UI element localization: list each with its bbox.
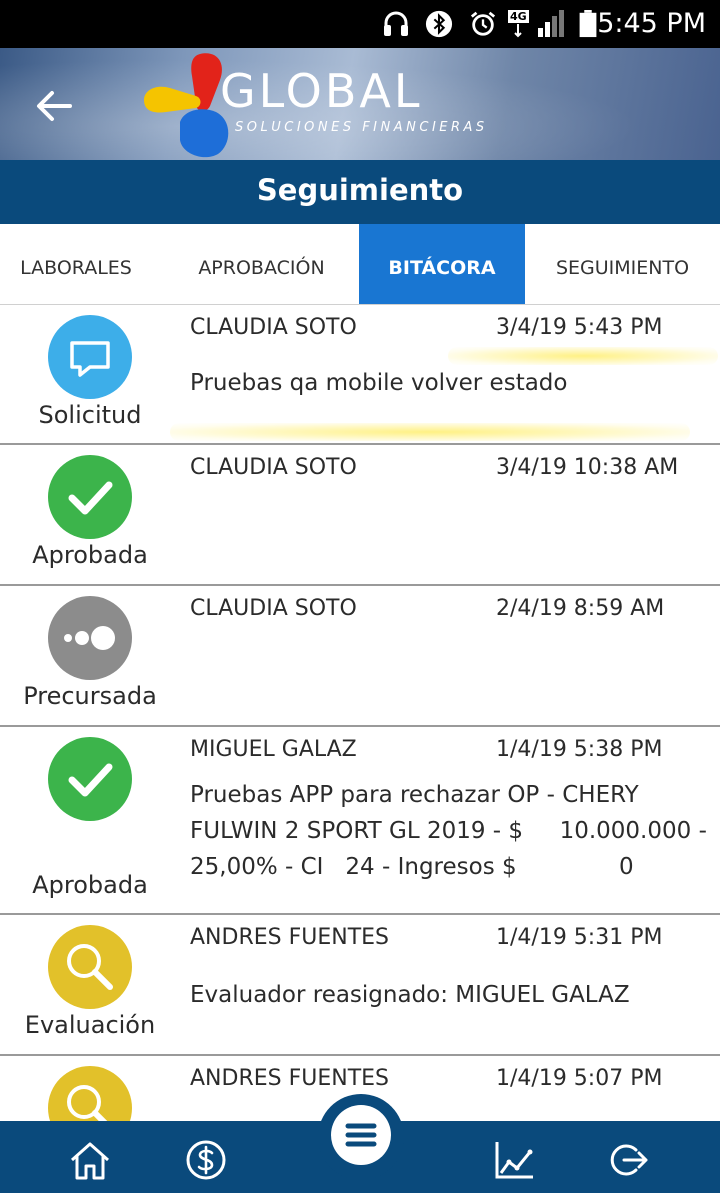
entry-comment: Pruebas qa mobile volver estado bbox=[190, 370, 568, 396]
entry-date: 2/4/19 8:59 AM bbox=[496, 596, 665, 621]
signal-icon bbox=[514, 10, 564, 38]
status-circle bbox=[48, 1066, 132, 1121]
check-icon bbox=[68, 481, 113, 515]
tab-seguimiento[interactable]: SEGUIMIENTO bbox=[525, 224, 720, 304]
more-dots-icon bbox=[64, 626, 115, 650]
status-bar: 4G 5:45 PM bbox=[0, 0, 720, 48]
status-circle bbox=[48, 315, 132, 399]
chat-bubble-icon bbox=[70, 341, 110, 377]
author-name: CLAUDIA SOTO bbox=[190, 596, 357, 621]
clock: 5:45 PM bbox=[597, 8, 706, 39]
status-label: Aprobada bbox=[32, 541, 148, 569]
battery-icon bbox=[579, 10, 597, 38]
highlight-mark bbox=[170, 423, 690, 441]
status-label: Evaluación bbox=[24, 1011, 156, 1039]
logo-subtitle: SOLUCIONES FINANCIERAS bbox=[235, 120, 488, 135]
menu-icon bbox=[345, 1123, 377, 1147]
check-icon bbox=[68, 763, 113, 797]
author-name: CLAUDIA SOTO bbox=[190, 315, 357, 340]
tab-bitacora[interactable]: BITÁCORA bbox=[359, 224, 525, 304]
author-name: CLAUDIA SOTO bbox=[190, 455, 357, 480]
entry-date: 1/4/19 5:31 PM bbox=[496, 925, 663, 950]
status-circle bbox=[48, 737, 132, 821]
list-item[interactable]: Evaluación ANDRES FUENTES 1/4/19 5:31 PM… bbox=[0, 915, 720, 1056]
log-list: Solicitud CLAUDIA SOTO 3/4/19 5:43 PM Pr… bbox=[0, 305, 720, 1121]
entry-date: 3/4/19 5:43 PM bbox=[496, 315, 663, 340]
status-label: Solicitud bbox=[38, 401, 142, 429]
entry-comment: Pruebas APP para rechazar OP - CHERY FUL… bbox=[190, 782, 715, 880]
tab-bar: LABORALES APROBACIÓN BITÁCORA SEGUIMIENT… bbox=[0, 224, 720, 305]
logout-icon[interactable] bbox=[606, 1138, 650, 1182]
bluetooth-icon bbox=[425, 10, 453, 38]
page-title: Seguimiento bbox=[0, 160, 720, 224]
dollar-icon[interactable] bbox=[184, 1138, 228, 1182]
list-item[interactable]: Precursada CLAUDIA SOTO 2/4/19 8:59 AM bbox=[0, 586, 720, 727]
list-item[interactable]: Aprobada MIGUEL GALAZ 1/4/19 5:38 PM Pru… bbox=[0, 727, 720, 915]
logo-text: GLOBAL bbox=[220, 64, 423, 118]
home-icon[interactable] bbox=[68, 1138, 112, 1182]
author-name: ANDRES FUENTES bbox=[190, 1066, 390, 1091]
status-circle bbox=[48, 596, 132, 680]
list-item[interactable]: Solicitud CLAUDIA SOTO 3/4/19 5:43 PM Pr… bbox=[0, 305, 720, 445]
author-name: MIGUEL GALAZ bbox=[190, 737, 357, 762]
status-circle bbox=[48, 925, 132, 1009]
back-arrow-icon[interactable] bbox=[32, 86, 80, 126]
fab-inner bbox=[331, 1105, 391, 1165]
magnifier-icon bbox=[67, 944, 113, 990]
status-circle bbox=[48, 455, 132, 539]
menu-fab-button[interactable] bbox=[318, 1094, 404, 1180]
status-label: Aprobada bbox=[32, 871, 148, 899]
alarm-icon bbox=[470, 11, 496, 36]
entry-date: 1/4/19 5:07 PM bbox=[496, 1066, 663, 1091]
magnifier-icon bbox=[67, 1085, 108, 1121]
entry-comment: Evaluador reasignado: MIGUEL GALAZ bbox=[190, 982, 630, 1008]
entry-date: 3/4/19 10:38 AM bbox=[496, 455, 679, 480]
tab-aprobacion[interactable]: APROBACIÓN bbox=[164, 224, 359, 304]
author-name: ANDRES FUENTES bbox=[190, 925, 390, 950]
list-item[interactable]: Aprobada CLAUDIA SOTO 3/4/19 10:38 AM bbox=[0, 445, 720, 586]
entry-date: 1/4/19 5:38 PM bbox=[496, 737, 663, 762]
chart-icon[interactable] bbox=[492, 1138, 536, 1182]
tab-laborales[interactable]: LABORALES bbox=[0, 224, 152, 304]
headset-icon bbox=[384, 11, 408, 36]
highlight-mark bbox=[448, 347, 718, 365]
status-label: Precursada bbox=[23, 682, 157, 710]
